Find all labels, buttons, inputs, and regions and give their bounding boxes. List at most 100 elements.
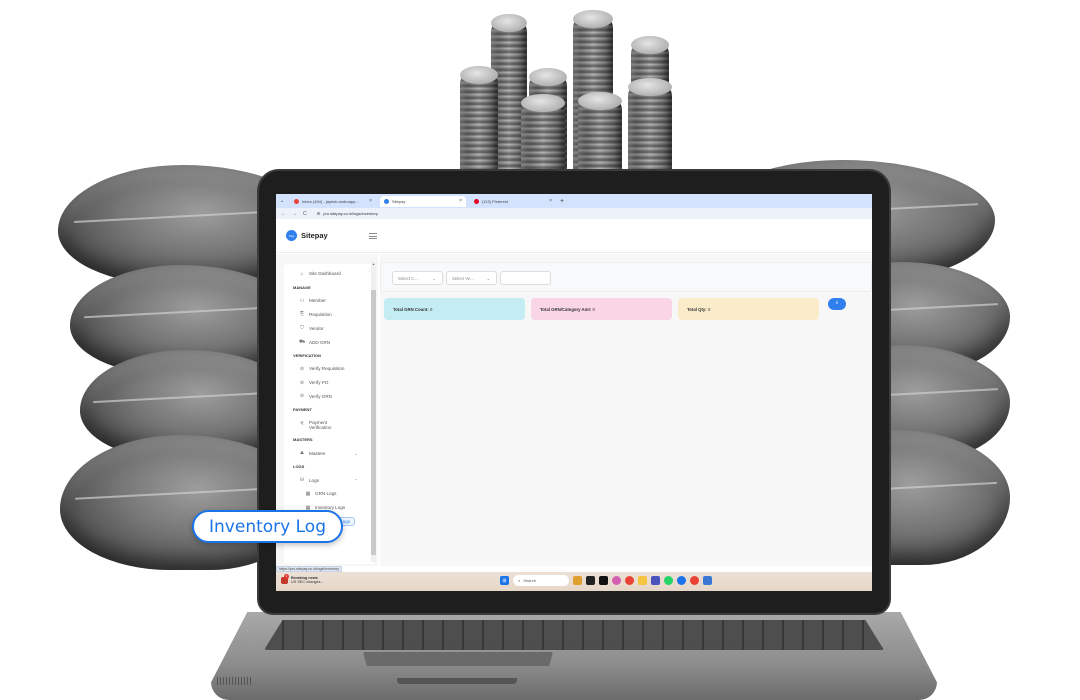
scroll-up-icon[interactable]: ▲	[371, 262, 376, 266]
reload-icon[interactable]: C	[303, 211, 307, 217]
sitepay-icon	[384, 198, 389, 204]
brand-name: Sitepay	[301, 231, 328, 240]
figma-icon[interactable]	[599, 576, 608, 585]
verify-icon: ⊘	[299, 379, 305, 386]
teams-icon[interactable]	[651, 576, 660, 585]
pinterest-icon	[474, 198, 479, 204]
tab-sitepay[interactable]: Sitepay ×	[380, 195, 466, 207]
sidebar-item-requisition[interactable]: ⎘ Requisition	[293, 308, 376, 322]
tab-pinterest[interactable]: (113) Pinterest ×	[470, 196, 556, 207]
sidebar-item-site-dashboard[interactable]: ⌂ Site Dashboard	[293, 267, 376, 281]
laptop-notch	[397, 678, 517, 684]
tab-search-button[interactable]: ⌄	[278, 198, 286, 204]
chrome-dev-icon[interactable]	[690, 576, 699, 585]
users-icon: ⚇	[299, 297, 305, 304]
sidebar-item-logs[interactable]: ⛁ Logs ⌃	[293, 473, 376, 487]
news-icon: 1	[281, 573, 289, 584]
stat-label: Total Qty:	[687, 306, 707, 312]
sidebar-item-label: GRN Logs	[315, 491, 337, 497]
sitepay-logo-icon: Pay	[286, 230, 297, 241]
sidebar-item-member[interactable]: ⚇ Member	[293, 294, 376, 308]
stat-value: 0	[429, 306, 433, 312]
sidebar-item-masters[interactable]: ⛰ Masters ⌄	[293, 446, 376, 460]
notification-badge: 1	[284, 573, 289, 579]
section-heading-manage: MANAGE	[293, 284, 311, 290]
database-icon: ⛁	[299, 477, 305, 484]
terminal-icon[interactable]	[586, 576, 595, 585]
chrome-icon[interactable]	[625, 576, 634, 585]
tab-title: Sitepay	[392, 198, 406, 204]
sidebar-item-verify-requisition[interactable]: ⊘ Verify Requisition	[293, 362, 376, 376]
section-heading-payment: PAYMENT	[293, 407, 312, 413]
file-explorer-icon[interactable]	[638, 576, 647, 585]
laptop-keyboard	[264, 620, 884, 650]
widgets-icon[interactable]	[573, 576, 582, 585]
sidebar-item-add-grn[interactable]: ⛟ ADD GRN	[293, 335, 376, 349]
address-bar[interactable]: ⚙ pro.sitepay.co.in/logs/inventory	[312, 209, 382, 218]
sidebar-item-label: Vendor	[309, 325, 324, 331]
site-info-icon[interactable]: ⚙	[317, 211, 321, 216]
sidebar-item-label: Masters	[309, 450, 326, 456]
truck-icon: ⛟	[299, 338, 306, 345]
url-text: pro.sitepay.co.in/logs/inventory	[323, 211, 378, 216]
forward-icon[interactable]: →	[292, 211, 297, 217]
home-icon: ⌂	[300, 270, 304, 277]
section-heading-logs: LOGS	[293, 464, 305, 470]
category-select[interactable]: Select C... ⌄	[392, 271, 443, 285]
sidebar-item-verify-po[interactable]: ⊘ Verify PO	[293, 376, 376, 390]
rebar-rod	[460, 66, 498, 178]
whatsapp-icon[interactable]	[664, 576, 673, 585]
windows-start-icon[interactable]: ⊞	[500, 576, 509, 585]
section-heading-masters: MASTERS	[293, 437, 313, 443]
laptop-touchpad	[363, 652, 553, 666]
select-placeholder: Select C...	[398, 275, 418, 281]
stat-value: 0	[707, 306, 711, 312]
new-tab-button[interactable]: +	[560, 198, 564, 205]
filter-text-input[interactable]	[500, 271, 551, 285]
stat-total-qty: Total Qty: 0	[678, 298, 819, 320]
news-text: Breaking news US SEC changes...	[291, 576, 324, 585]
stat-value: 0	[592, 306, 595, 312]
back-icon[interactable]: ←	[281, 211, 286, 217]
chart-icon: ⛰	[299, 450, 305, 457]
download-button[interactable]: ⭳	[828, 298, 846, 310]
rebar-rod	[628, 78, 672, 178]
gmail-icon	[294, 198, 299, 204]
rebar-rod	[521, 94, 565, 178]
tab-gmail[interactable]: Inbox (454) - jayesh.androapp... ×	[290, 196, 376, 207]
notepad-icon[interactable]	[703, 576, 712, 585]
logo-text: Pay	[288, 233, 295, 238]
sidebar-item-vendor[interactable]: ⛉ Vendor	[293, 321, 376, 335]
scrollbar-thumb[interactable]	[371, 290, 376, 555]
select-placeholder: Select Ve...	[452, 275, 474, 281]
sidebar-item-grn-logs[interactable]: ▦ GRN Logs	[293, 487, 376, 501]
taskbar-search[interactable]: ⌕ Search	[513, 575, 569, 586]
sidebar-item-payment-verification[interactable]: ₹ Payment Verification	[293, 416, 376, 433]
stat-label: Total GRN/Category Amt:	[540, 306, 592, 312]
sidebar-scrollbar[interactable]: ▲	[371, 262, 376, 562]
stat-total-grn-count: Total GRN Count: 0	[384, 298, 525, 320]
news-widget[interactable]: 1 Breaking news US SEC changes...	[281, 573, 324, 585]
copilot-icon[interactable]	[612, 576, 621, 585]
close-icon[interactable]: ×	[549, 198, 552, 204]
menu-toggle-icon[interactable]	[369, 233, 377, 239]
sidebar-item-label: Verify PO	[309, 380, 329, 386]
rebar-rod	[578, 92, 622, 178]
close-icon[interactable]: ×	[459, 198, 462, 204]
sidebar-item-label: Member	[309, 298, 326, 304]
vendor-select[interactable]: Select Ve... ⌄	[446, 271, 497, 285]
search-placeholder: Search	[523, 578, 536, 583]
skype-icon[interactable]	[677, 576, 686, 585]
app-header: Pay Sitepay	[276, 219, 872, 253]
download-icon: ⭳	[836, 300, 838, 306]
tab-title: (113) Pinterest	[482, 198, 508, 204]
laptop-screen: ⌄ Inbox (454) - jayesh.androapp... × Sit…	[276, 194, 872, 591]
close-icon[interactable]: ×	[369, 198, 372, 204]
chevron-down-icon: ⌄	[486, 275, 490, 281]
sidebar-item-verify-grn[interactable]: ⊘ Verify GRN	[293, 390, 376, 404]
verify-icon: ⊘	[299, 393, 305, 400]
taskbar-apps: ⊞ ⌕ Search	[500, 575, 712, 586]
sidebar-item-label: Requisition	[309, 311, 332, 317]
sidebar-item-label: Verify Requisition	[309, 366, 345, 372]
inventory-log-callout: Inventory Log	[192, 510, 343, 543]
